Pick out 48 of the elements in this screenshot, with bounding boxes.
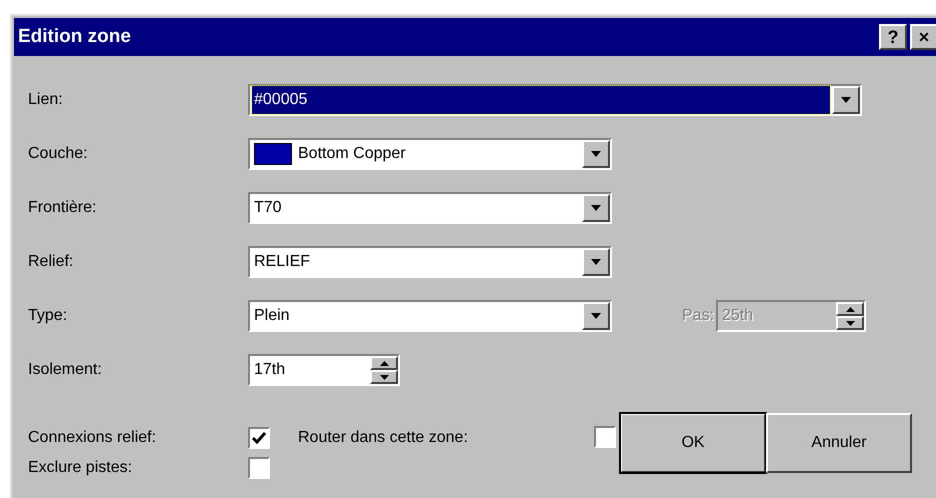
checkbox-label: Router dans cette zone: <box>298 428 469 448</box>
ok-button[interactable]: OK <box>620 413 766 473</box>
field-label: Isolement: <box>28 360 103 380</box>
field-value: Bottom Copper <box>252 140 408 168</box>
checkbox[interactable] <box>594 426 616 448</box>
field-label: Pas: <box>682 306 716 326</box>
up-arrow-icon <box>846 306 854 312</box>
down-arrow-icon <box>591 313 601 319</box>
field-value: 25th <box>721 306 754 326</box>
field-label: Lien: <box>28 90 64 110</box>
field-value: #00005 <box>252 86 830 114</box>
field-value: Plein <box>253 306 291 326</box>
field-label: Relief: <box>28 252 74 272</box>
dropdown-button[interactable] <box>582 248 610 276</box>
dropdown-button[interactable] <box>582 302 610 330</box>
window-title: Edition zone <box>18 24 132 49</box>
checkbox-label: Connexions relief: <box>28 428 158 448</box>
spinner-buttons[interactable] <box>370 356 398 384</box>
help-button[interactable]: ? <box>879 24 907 50</box>
down-arrow-icon <box>591 259 601 265</box>
field-value: RELIEF <box>253 252 312 272</box>
field-label: Type: <box>28 306 68 326</box>
combo-box[interactable]: Plein <box>248 300 612 332</box>
down-arrow-icon <box>846 320 854 326</box>
checkmark-icon <box>252 432 266 444</box>
down-arrow-icon <box>591 151 601 157</box>
down-arrow-icon <box>841 97 851 103</box>
combo-box[interactable]: RELIEF <box>248 246 612 278</box>
checkbox[interactable] <box>248 457 270 479</box>
close-button[interactable]: × <box>910 24 936 50</box>
dropdown-button[interactable] <box>582 140 610 168</box>
field-value: 17th <box>253 360 286 380</box>
down-arrow-icon <box>591 205 601 211</box>
spin-field[interactable]: 17th <box>248 354 400 386</box>
field-value: T70 <box>253 198 283 218</box>
combo-box[interactable]: #00005 <box>248 84 862 116</box>
field-label: Couche: <box>28 144 89 164</box>
combo-box[interactable]: Bottom Copper <box>248 138 612 170</box>
checkbox-label: Exclure pistes: <box>28 458 134 478</box>
spinner-buttons[interactable] <box>836 302 864 330</box>
combo-box[interactable]: T70 <box>248 192 612 224</box>
dropdown-button[interactable] <box>832 86 860 114</box>
up-arrow-icon <box>380 360 388 366</box>
down-arrow-icon <box>380 374 388 380</box>
dropdown-button[interactable] <box>582 194 610 222</box>
checkbox[interactable] <box>248 427 270 449</box>
field-label: Frontière: <box>28 198 98 218</box>
cancel-button[interactable]: Annuler <box>766 413 912 473</box>
